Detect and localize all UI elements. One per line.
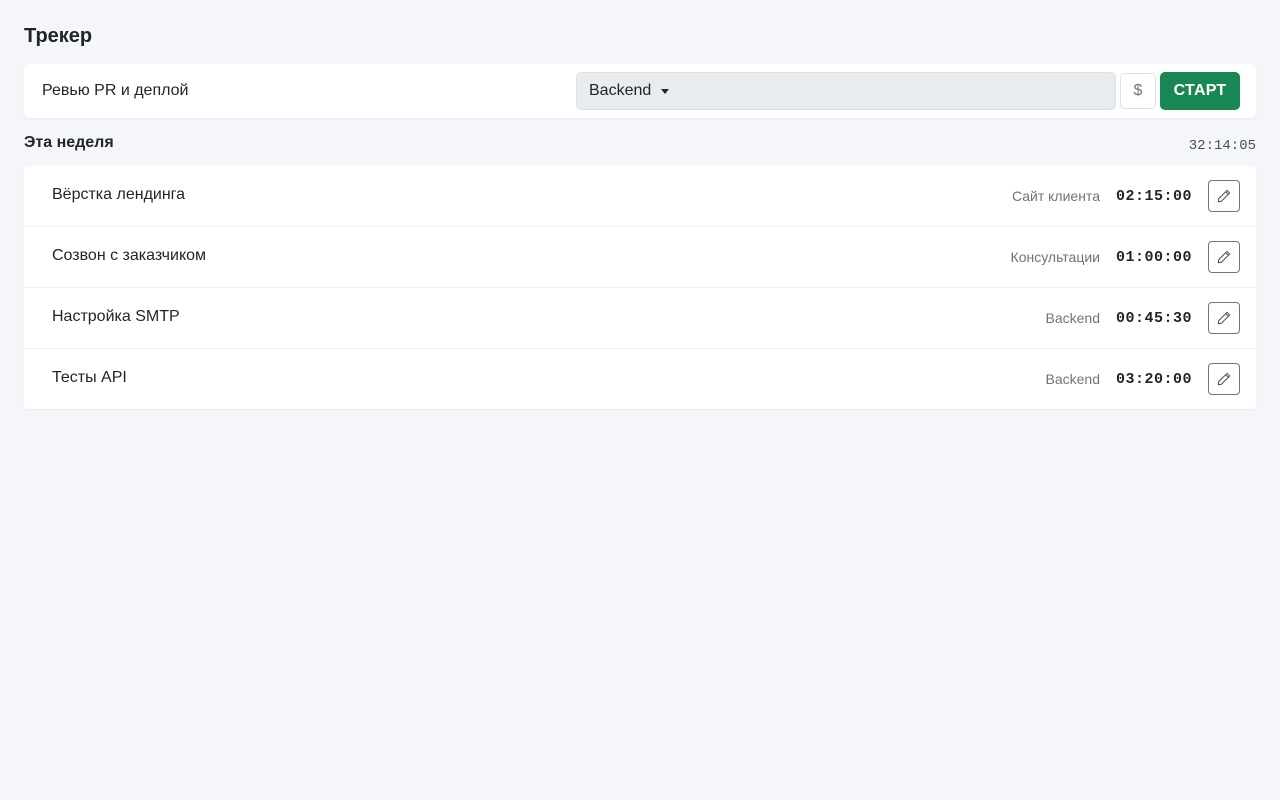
entry-project: Консультации	[1010, 249, 1100, 265]
edit-entry-button[interactable]	[1208, 363, 1240, 395]
time-entry-row: Созвон с заказчиком Консультации 01:00:0…	[24, 227, 1256, 288]
week-total-duration: 32:14:05	[1188, 138, 1256, 154]
entry-project: Backend	[1045, 310, 1100, 326]
time-entry-row: Вёрстка лендинга Сайт клиента 02:15:00	[24, 166, 1256, 227]
entry-description: Вёрстка лендинга	[52, 186, 186, 203]
pencil-icon	[1217, 189, 1231, 203]
entry-meta: Backend 03:20:00	[1045, 363, 1240, 395]
entry-duration: 01:00:00	[1115, 248, 1192, 266]
edit-entry-button[interactable]	[1208, 180, 1240, 212]
task-description-input[interactable]	[30, 72, 570, 110]
week-section-header: Эта неделя 32:14:05	[24, 134, 1256, 156]
project-select-value: Backend	[589, 82, 652, 99]
pencil-icon	[1217, 250, 1231, 264]
entry-project: Сайт клиента	[1011, 188, 1100, 204]
entry-meta: Сайт клиента 02:15:00	[1012, 180, 1240, 212]
time-entry-row: Настройка SMTP Backend 00:45:30	[24, 288, 1256, 349]
caret-down-icon	[661, 88, 670, 94]
week-section-title: Эта неделя	[24, 134, 114, 151]
time-entry-row: Тесты API Backend 03:20:00	[24, 349, 1256, 409]
entry-duration: 03:20:00	[1115, 370, 1192, 388]
start-button[interactable]: СТАРТ	[1160, 72, 1240, 110]
edit-entry-button[interactable]	[1208, 302, 1240, 334]
entry-meta: Backend 00:45:30	[1045, 302, 1240, 334]
project-select[interactable]: Backend	[576, 72, 1116, 110]
pencil-icon	[1217, 372, 1231, 386]
entry-project: Backend	[1045, 371, 1100, 387]
timer-bar: Backend $ СТАРТ	[24, 64, 1256, 118]
page-title: Трекер	[24, 25, 93, 47]
entry-description: Тесты API	[52, 369, 127, 386]
edit-entry-button[interactable]	[1208, 241, 1240, 273]
billable-toggle-button[interactable]: $	[1120, 73, 1156, 109]
pencil-icon	[1217, 311, 1231, 325]
time-entries-list: Вёрстка лендинга Сайт клиента 02:15:00 С…	[24, 166, 1256, 409]
entry-duration: 00:45:30	[1115, 309, 1192, 327]
entry-duration: 02:15:00	[1115, 187, 1192, 205]
entry-meta: Консультации 01:00:00	[1011, 241, 1240, 273]
entry-description: Созвон с заказчиком	[52, 247, 207, 264]
entry-description: Настройка SMTP	[52, 308, 180, 325]
